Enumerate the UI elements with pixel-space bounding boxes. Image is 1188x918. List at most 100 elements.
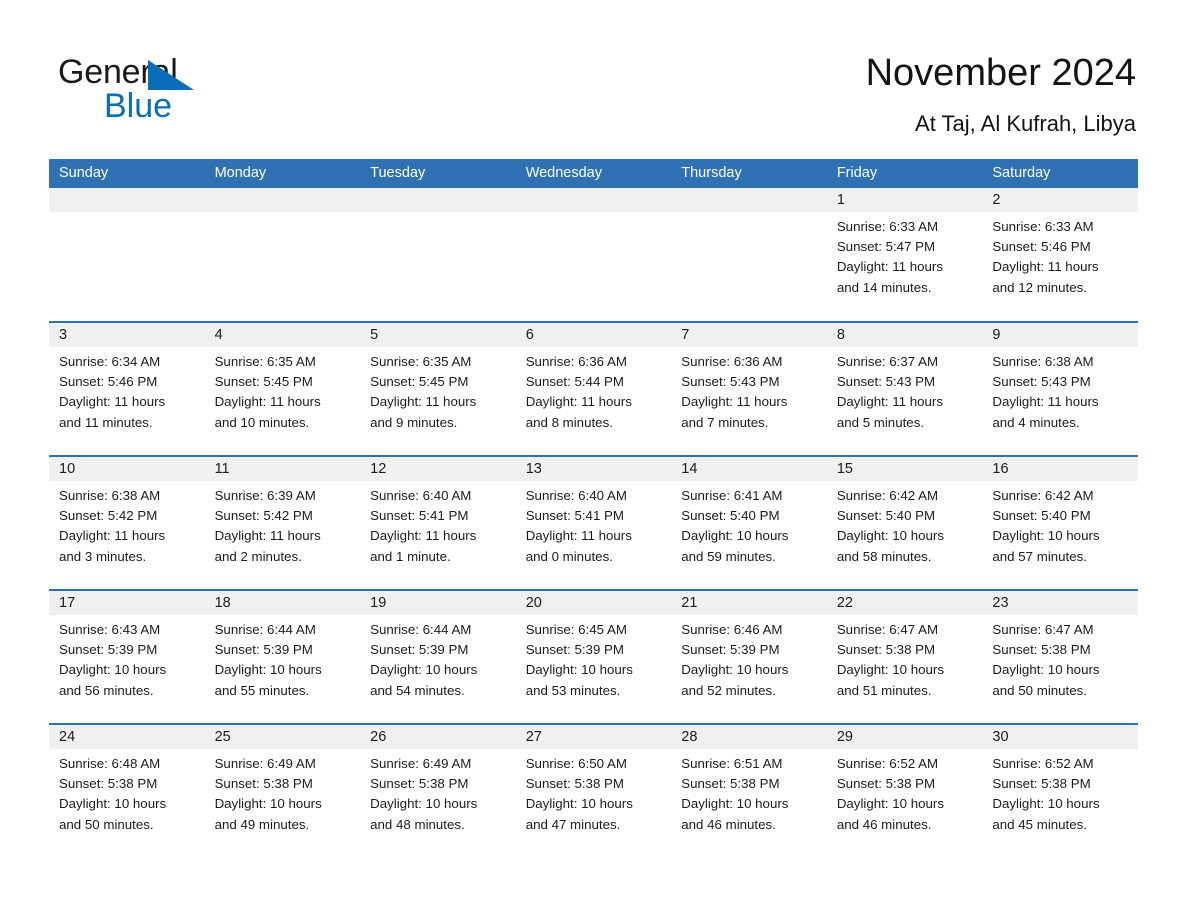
calendar-day-cell[interactable]: 22 Sunrise: 6:47 AM Sunset: 5:38 PM Dayligh… [826,589,983,724]
calendar-day-cell[interactable]: 3 Sunrise: 6:34 AM Sunset: 5:46 PM Daylight… [49,321,205,456]
weekday-header-tuesday: Tuesday [360,159,516,188]
calendar-day-cell[interactable]: 15 Sunrise: 6:42 AM Sunset: 5:40 PM Dayligh… [826,455,983,590]
calendar-day-cell[interactable]: 23 Sunrise: 6:47 AM Sunset: 5:38 PM Dayligh… [982,589,1138,724]
calendar-week-row: 1 Sunrise: 6:33 AM Sunset: 5:47 PM Daylight… [49,188,1138,322]
daylight-duration-line2: and 59 minutes. [681,548,776,564]
calendar-day-cell[interactable]: 26 Sunrise: 6:49 AM Sunset: 5:38 PM Dayligh… [360,723,516,858]
sunset-time: Sunset: 5:41 PM [525,508,624,524]
day-number: 23 [982,591,1138,615]
calendar-grid: Sunday Monday Tuesday Wednesday Thursday… [49,159,1138,858]
daylight-duration-line1: Daylight: 11 hours [525,394,632,410]
calendar-day-cell[interactable]: 7 Sunrise: 6:36 AM Sunset: 5:43 PM Daylight… [671,321,827,456]
day-details: Sunrise: 6:36 AM Sunset: 5:43 PM Daylight:… [671,347,827,433]
calendar-day-cell[interactable]: 5 Sunrise: 6:35 AM Sunset: 5:45 PM Daylight… [360,321,516,456]
weekday-header-friday: Friday [826,159,983,188]
daylight-duration-line1: Daylight: 10 hours [214,796,322,812]
calendar-day-cell[interactable]: 18 Sunrise: 6:44 AM Sunset: 5:39 PM Dayligh… [204,589,361,724]
sunset-time: Sunset: 5:39 PM [681,642,780,658]
day-details: Sunrise: 6:33 AM Sunset: 5:47 PM Daylight:… [827,212,983,298]
day-details: Sunrise: 6:50 AM Sunset: 5:38 PM Daylight:… [516,749,672,835]
calendar-day-cell[interactable]: 28 Sunrise: 6:51 AM Sunset: 5:38 PM Dayligh… [671,723,827,858]
daylight-duration-line2: and 53 minutes. [525,682,621,698]
calendar-day-cell[interactable]: 10 Sunrise: 6:38 AM Sunset: 5:42 PM Dayligh… [49,455,205,590]
sunset-time: Sunset: 5:38 PM [836,642,936,658]
calendar-day-cell[interactable]: 6 Sunrise: 6:36 AM Sunset: 5:44 PM Daylight… [515,321,672,456]
sunrise-time: Sunrise: 6:38 AM [992,354,1094,369]
day-details: Sunrise: 6:51 AM Sunset: 5:38 PM Daylight:… [671,749,827,835]
daylight-duration-line2: and 54 minutes. [370,682,465,698]
weekday-header-monday: Monday [204,159,361,188]
sunset-time: Sunset: 5:38 PM [836,776,936,792]
daylight-duration-line1: Daylight: 10 hours [370,796,478,812]
day-number: 8 [826,323,983,347]
calendar-day-cell[interactable]: 19 Sunrise: 6:44 AM Sunset: 5:39 PM Dayligh… [360,589,516,724]
calendar-day-cell[interactable]: 14 Sunrise: 6:41 AM Sunset: 5:40 PM Dayligh… [671,455,827,590]
day-number: 10 [49,457,205,481]
sunrise-time: Sunrise: 6:43 AM [59,622,161,637]
day-number: 12 [360,457,516,481]
sunrise-time: Sunrise: 6:33 AM [992,219,1094,234]
calendar-body: 1 Sunrise: 6:33 AM Sunset: 5:47 PM Daylight… [49,188,1138,858]
daylight-duration-line2: and 49 minutes. [214,816,310,832]
calendar-day-cell[interactable]: 25 Sunrise: 6:49 AM Sunset: 5:38 PM Dayligh… [204,723,361,858]
sunset-time: Sunset: 5:40 PM [681,508,780,524]
calendar-day-cell[interactable]: 9 Sunrise: 6:38 AM Sunset: 5:43 PM Daylight… [982,321,1138,456]
calendar-day-cell[interactable]: 1 Sunrise: 6:33 AM Sunset: 5:47 PM Daylight… [826,188,983,322]
sunset-time: Sunset: 5:42 PM [59,508,158,524]
sunset-time: Sunset: 5:39 PM [370,642,469,658]
sunset-time: Sunset: 5:39 PM [59,642,158,658]
daylight-duration-line2: and 14 minutes. [836,279,932,295]
calendar-day-cell[interactable]: 17 Sunrise: 6:43 AM Sunset: 5:39 PM Dayligh… [49,589,205,724]
calendar-day-cell[interactable]: 29 Sunrise: 6:52 AM Sunset: 5:38 PM Dayligh… [826,723,983,858]
sunrise-time: Sunrise: 6:35 AM [370,354,472,369]
sunrise-time: Sunrise: 6:34 AM [59,354,161,369]
daylight-duration-line2: and 50 minutes. [992,682,1087,698]
calendar-day-cell[interactable]: 24 Sunrise: 6:48 AM Sunset: 5:38 PM Dayligh… [49,723,205,858]
sunrise-time: Sunrise: 6:42 AM [992,488,1094,503]
page-title: November 2024 [865,52,1136,94]
sunrise-time: Sunrise: 6:51 AM [681,756,783,771]
calendar-day-cell[interactable]: 2 Sunrise: 6:33 AM Sunset: 5:46 PM Daylight… [982,188,1138,322]
daylight-duration-line2: and 1 minute. [370,548,451,564]
day-details: Sunrise: 6:45 AM Sunset: 5:39 PM Daylight:… [516,615,672,701]
daylight-duration-line2: and 45 minutes. [992,816,1087,832]
day-details: Sunrise: 6:38 AM Sunset: 5:43 PM Daylight:… [982,347,1138,433]
calendar-day-cell[interactable]: 21 Sunrise: 6:46 AM Sunset: 5:39 PM Dayligh… [671,589,827,724]
sunset-time: Sunset: 5:43 PM [836,374,936,390]
sunrise-time: Sunrise: 6:37 AM [836,354,939,369]
calendar-day-cell[interactable]: 12 Sunrise: 6:40 AM Sunset: 5:41 PM Dayligh… [360,455,516,590]
calendar-table: Sunday Monday Tuesday Wednesday Thursday… [49,159,1138,858]
day-number: 24 [49,725,205,749]
sunset-time: Sunset: 5:46 PM [992,239,1091,255]
daylight-duration-line2: and 46 minutes. [681,816,776,832]
calendar-day-cell[interactable]: 30 Sunrise: 6:52 AM Sunset: 5:38 PM Dayligh… [982,723,1138,858]
calendar-day-cell[interactable]: 11 Sunrise: 6:39 AM Sunset: 5:42 PM Dayligh… [204,455,361,590]
general-blue-logo[interactable]: General Blue [58,52,358,132]
daylight-duration-line1: Daylight: 11 hours [214,394,321,410]
calendar-day-cell[interactable]: 16 Sunrise: 6:42 AM Sunset: 5:40 PM Dayligh… [982,455,1138,590]
sunset-time: Sunset: 5:38 PM [214,776,313,792]
day-details: Sunrise: 6:49 AM Sunset: 5:38 PM Daylight:… [360,749,516,835]
sunset-time: Sunset: 5:47 PM [836,239,936,255]
day-number [515,188,672,212]
day-details: Sunrise: 6:38 AM Sunset: 5:42 PM Daylight:… [49,481,205,567]
daylight-duration-line1: Daylight: 10 hours [370,662,478,678]
daylight-duration-line2: and 55 minutes. [214,682,310,698]
daylight-duration-line1: Daylight: 10 hours [681,662,789,678]
daylight-duration-line2: and 12 minutes. [992,279,1087,295]
day-number: 27 [515,725,672,749]
daylight-duration-line2: and 46 minutes. [836,816,932,832]
calendar-day-cell[interactable]: 27 Sunrise: 6:50 AM Sunset: 5:38 PM Dayligh… [515,723,672,858]
day-details: Sunrise: 6:46 AM Sunset: 5:39 PM Daylight:… [671,615,827,701]
day-number: 26 [360,725,516,749]
day-details: Sunrise: 6:41 AM Sunset: 5:40 PM Daylight:… [671,481,827,567]
calendar-day-cell[interactable]: 4 Sunrise: 6:35 AM Sunset: 5:45 PM Daylight… [204,321,361,456]
calendar-day-cell[interactable]: 13 Sunrise: 6:40 AM Sunset: 5:41 PM Dayligh… [515,455,672,590]
daylight-duration-line1: Daylight: 10 hours [525,662,633,678]
daylight-duration-line1: Daylight: 10 hours [59,662,167,678]
daylight-duration-line1: Daylight: 11 hours [681,394,788,410]
calendar-day-cell[interactable]: 20 Sunrise: 6:45 AM Sunset: 5:39 PM Dayligh… [515,589,672,724]
sunset-time: Sunset: 5:38 PM [525,776,624,792]
calendar-day-cell[interactable]: 8 Sunrise: 6:37 AM Sunset: 5:43 PM Daylight… [826,321,983,456]
daylight-duration-line1: Daylight: 10 hours [214,662,322,678]
